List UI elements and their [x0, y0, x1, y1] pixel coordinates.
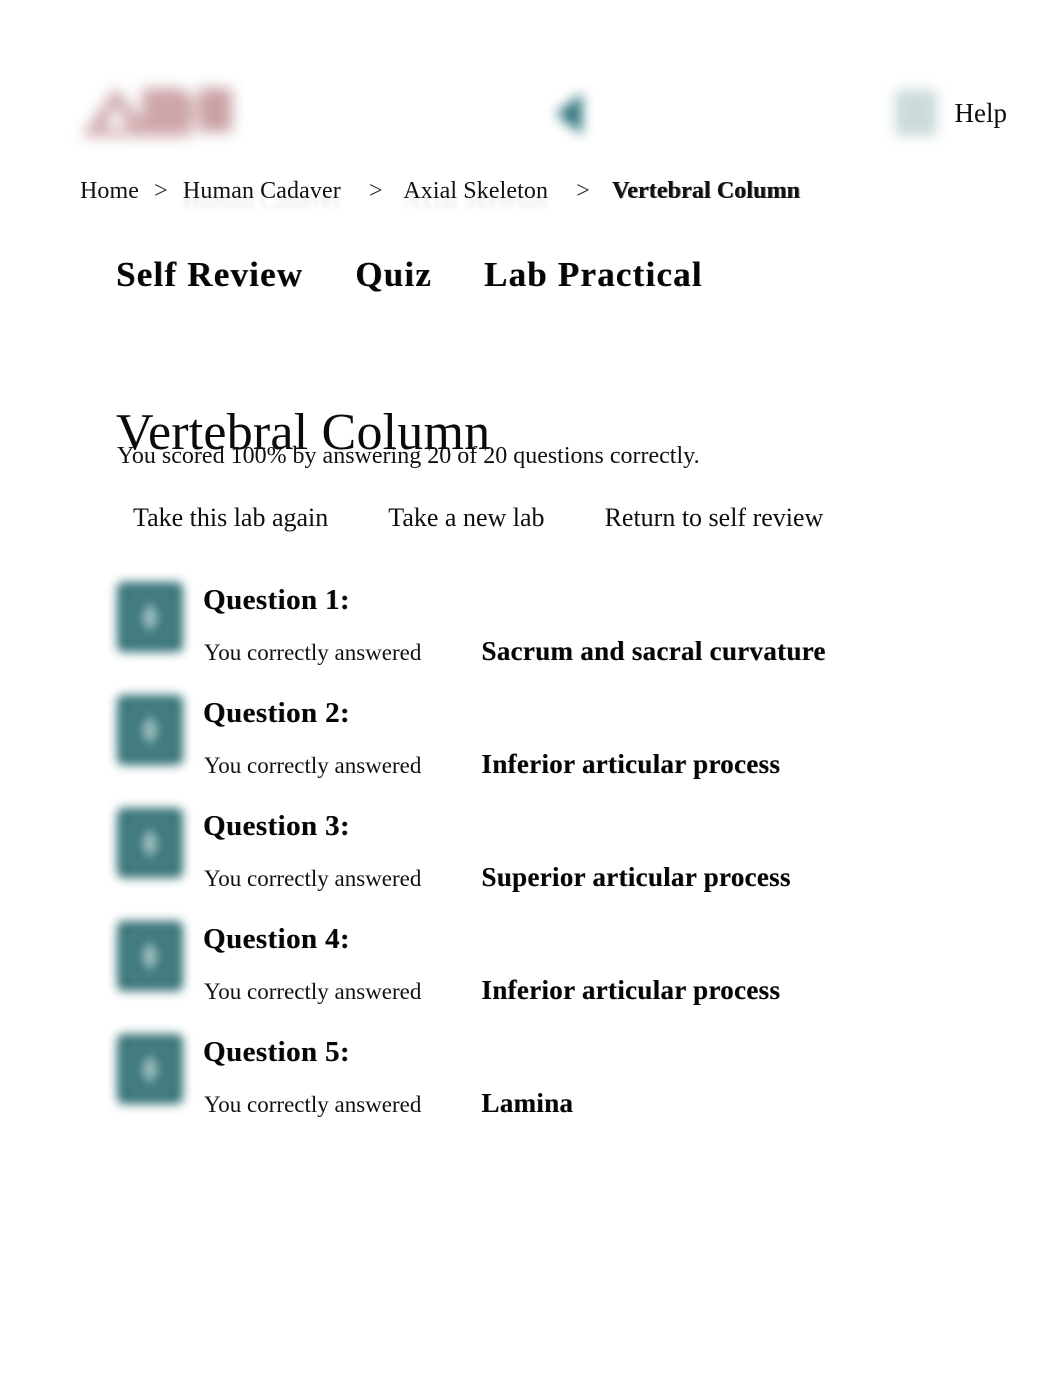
question-label: Question 1: — [203, 584, 350, 616]
correct-answer-icon — [117, 921, 183, 991]
question-label: Question 3: — [203, 810, 350, 842]
answer-prefix: You correctly answered — [204, 640, 422, 665]
question-label: Question 2: — [203, 697, 350, 729]
breadcrumb: Home > Human Cadaver > Axial Skeleton > … — [80, 178, 800, 205]
question-answer-row: You correctly answered Inferior articula… — [204, 975, 780, 1006]
question-result-row: Question 4: You correctly answered Infer… — [117, 911, 997, 1024]
help-group[interactable]: Help — [894, 90, 1007, 136]
question-answer-row: You correctly answered Superior articula… — [204, 862, 791, 893]
answer-text: Lamina — [481, 1088, 574, 1118]
take-a-new-lab-link[interactable]: Take a new lab — [388, 503, 544, 533]
help-label[interactable]: Help — [955, 99, 1007, 127]
score-summary: You scored 100% by answering 20 of 20 qu… — [117, 443, 700, 469]
answer-text: Superior articular process — [481, 862, 791, 892]
back-arrow-icon[interactable] — [556, 93, 582, 135]
correct-answer-icon — [117, 808, 183, 878]
breadcrumb-item-human-cadaver[interactable]: Human Cadaver — [183, 178, 341, 204]
answer-prefix: You correctly answered — [204, 979, 422, 1004]
take-this-lab-again-link[interactable]: Take this lab again — [133, 503, 328, 533]
answer-text: Inferior articular process — [481, 975, 781, 1005]
answer-prefix: You correctly answered — [204, 753, 422, 778]
section-tabs: Self Review Quiz Lab Practical — [116, 255, 703, 295]
breadcrumb-item-home[interactable]: Home — [80, 178, 139, 204]
breadcrumb-item-axial-skeleton[interactable]: Axial Skeleton — [403, 178, 548, 204]
logo-underbar — [84, 128, 192, 137]
question-answer-row: You correctly answered Sacrum and sacral… — [204, 636, 826, 667]
correct-answer-icon — [117, 1034, 183, 1104]
pal-logo[interactable] — [80, 80, 240, 142]
question-label: Question 4: — [203, 923, 350, 955]
return-to-self-review-link[interactable]: Return to self review — [605, 503, 824, 533]
question-result-row: Question 5: You correctly answered Lamin… — [117, 1024, 997, 1137]
logo-shape-c — [198, 88, 232, 132]
answer-text: Inferior articular process — [481, 749, 781, 779]
breadcrumb-item-vertebral-column: Vertebral Column — [611, 178, 800, 204]
answer-prefix: You correctly answered — [204, 1092, 422, 1117]
question-answer-row: You correctly answered Lamina — [204, 1088, 573, 1119]
question-results-list: Question 1: You correctly answered Sacru… — [117, 572, 997, 1137]
correct-answer-icon — [117, 582, 183, 652]
answer-prefix: You correctly answered — [204, 866, 422, 891]
top-navigation-bar: Help — [0, 0, 1062, 160]
question-result-row: Question 2: You correctly answered Infer… — [117, 685, 997, 798]
breadcrumb-separator: > — [368, 178, 383, 204]
tab-lab-practical[interactable]: Lab Practical — [484, 255, 703, 295]
question-result-row: Question 1: You correctly answered Sacru… — [117, 572, 997, 685]
breadcrumb-separator: > — [576, 178, 590, 204]
tab-quiz[interactable]: Quiz — [355, 255, 432, 295]
question-label: Question 5: — [203, 1036, 350, 1068]
tab-self-review[interactable]: Self Review — [116, 255, 303, 295]
answer-text: Sacrum and sacral curvature — [481, 636, 826, 666]
question-result-row: Question 3: You correctly answered Super… — [117, 798, 997, 911]
breadcrumb-separator: > — [154, 178, 168, 204]
correct-answer-icon — [117, 695, 183, 765]
question-answer-row: You correctly answered Inferior articula… — [204, 749, 780, 780]
logo-shape-a — [86, 88, 150, 132]
help-icon[interactable] — [894, 90, 937, 136]
action-links: Take this lab again Take a new lab Retur… — [133, 503, 823, 533]
